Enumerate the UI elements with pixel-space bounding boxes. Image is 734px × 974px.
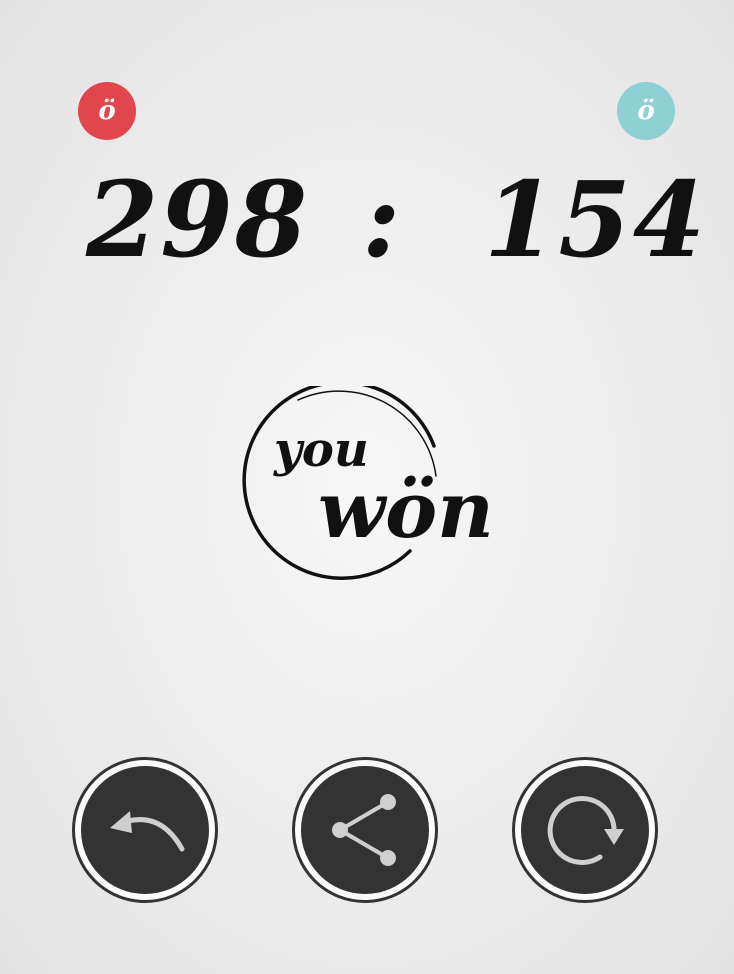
you-won-logo: you wön	[238, 386, 494, 586]
back-button[interactable]	[72, 757, 218, 903]
result-text-won: wön	[318, 465, 494, 556]
back-arrow-icon	[110, 811, 185, 852]
player-left-badge: ö	[78, 82, 136, 140]
share-button[interactable]	[292, 757, 438, 903]
score-separator: :	[362, 158, 403, 281]
player-left-badge-letter: ö	[98, 96, 116, 126]
replay-button[interactable]	[512, 757, 658, 903]
replay-button-face[interactable]	[521, 766, 649, 894]
player-right-badge: ö	[617, 82, 675, 140]
player-right-score: 154	[484, 158, 708, 281]
player-right-badge-letter: ö	[637, 96, 655, 126]
share-button-face[interactable]	[301, 766, 429, 894]
replay-icon	[547, 796, 624, 865]
back-button-face[interactable]	[81, 766, 209, 894]
player-left-score: 298	[86, 158, 310, 281]
share-icon	[332, 794, 396, 866]
